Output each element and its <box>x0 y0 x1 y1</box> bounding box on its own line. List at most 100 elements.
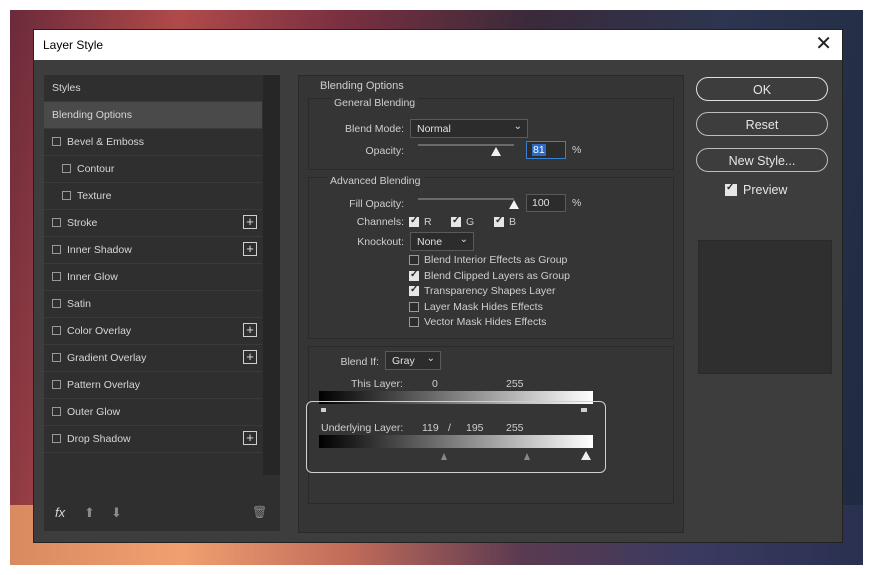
blend-if-value: Gray <box>392 355 415 367</box>
preview-thumbnail <box>698 240 832 374</box>
sidebar-item-checkbox[interactable] <box>52 434 61 443</box>
opacity-slider-track[interactable] <box>418 144 514 146</box>
sidebar-item-label: Satin <box>67 298 91 310</box>
channel-r-label: R <box>424 216 432 228</box>
new-style-button[interactable]: New Style... <box>696 148 828 172</box>
blend-interior-effects-as-group-checkbox[interactable] <box>409 255 419 265</box>
channel-b-label: B <box>509 216 517 228</box>
channels-label: Channels: <box>356 216 404 228</box>
channel-g-checkbox[interactable] <box>451 215 461 227</box>
opacity-label: Opacity: <box>365 145 404 157</box>
opacity-field[interactable]: 81 <box>526 141 566 159</box>
close-icon[interactable]: ✕ <box>815 33 832 55</box>
fill-opacity-field[interactable]: 100 <box>526 194 566 212</box>
chevron-down-icon: ⌄ <box>513 121 522 132</box>
ok-button[interactable]: OK <box>696 77 828 101</box>
blend-if-label: Blend If: <box>340 356 379 368</box>
section-title: Blending Options <box>320 80 404 92</box>
channel-b-checkbox[interactable] <box>494 215 504 227</box>
layer-mask-hides-effects-checkbox[interactable] <box>409 301 419 312</box>
blend-mode-value: Normal <box>417 123 451 135</box>
vector-mask-hides-effects-label: Vector Mask Hides Effects <box>424 316 547 328</box>
general-blending-heading: General Blending <box>331 97 419 109</box>
knockout-value: None <box>417 236 443 248</box>
preview-checkbox[interactable] <box>725 182 737 196</box>
sidebar-item-checkbox[interactable] <box>62 191 71 200</box>
sidebar-item-blending-options[interactable]: Blending Options <box>44 102 262 129</box>
add-effect-plus-icon[interactable]: + <box>243 323 257 337</box>
layer-style-dialog: Layer Style ✕ Styles Blending Options Beve… <box>33 29 843 543</box>
sidebar-item-inner-shadow[interactable]: Inner Shadow + <box>44 237 262 264</box>
sidebar-item-label: Gradient Overlay <box>67 352 147 364</box>
vector-mask-hides-effects-checkbox[interactable] <box>409 317 419 327</box>
styles-sidebar: Styles Blending Options Bevel & Emboss Cont… <box>44 75 280 531</box>
sidebar-item-checkbox[interactable] <box>52 218 61 227</box>
channel-r-checkbox[interactable] <box>409 215 419 227</box>
this-layer-label: This Layer: <box>351 378 403 390</box>
sidebar-item-checkbox[interactable] <box>52 380 61 389</box>
fill-opacity-label: Fill Opacity: <box>349 198 404 210</box>
fill-opacity-slider-track[interactable] <box>418 198 514 200</box>
trash-icon[interactable]: 🗑 <box>252 505 267 519</box>
blend-interior-effects-as-group-label: Blend Interior Effects as Group <box>424 254 568 266</box>
add-effect-plus-icon[interactable]: + <box>243 431 257 445</box>
sidebar-item-pattern-overlay[interactable]: Pattern Overlay <box>44 372 262 399</box>
sidebar-item-gradient-overlay[interactable]: Gradient Overlay + <box>44 345 262 372</box>
sidebar-item-label: Drop Shadow <box>67 433 131 445</box>
sidebar-item-checkbox[interactable] <box>62 164 71 173</box>
sidebar-item-checkbox[interactable] <box>52 326 61 335</box>
sidebar-item-label: Stroke <box>67 217 98 229</box>
knockout-label: Knockout: <box>357 236 404 248</box>
chevron-down-icon: ⌄ <box>426 353 435 364</box>
sidebar-item-checkbox[interactable] <box>52 353 61 362</box>
sidebar-item-label: Blending Options <box>52 109 132 121</box>
layer-mask-hides-effects-label: Layer Mask Hides Effects <box>424 300 543 313</box>
sidebar-item-checkbox[interactable] <box>52 272 61 281</box>
fill-opacity-percent: % <box>572 197 582 209</box>
advanced-blending-heading: Advanced Blending <box>327 175 424 187</box>
sidebar-item-satin[interactable]: Satin <box>44 291 262 318</box>
channel-g-label: G <box>466 216 475 228</box>
sidebar-item-outer-glow[interactable]: Outer Glow <box>44 399 262 426</box>
blend-clipped-layers-as-group-label: Blend Clipped Layers as Group <box>424 269 570 282</box>
sidebar-item-label: Styles <box>52 82 81 94</box>
add-effect-plus-icon[interactable]: + <box>243 242 257 256</box>
reset-button[interactable]: Reset <box>696 112 828 136</box>
preview-label: Preview <box>743 183 788 197</box>
sidebar-item-bevel-emboss[interactable]: Bevel & Emboss <box>44 129 262 156</box>
sidebar-scrollbar[interactable] <box>263 75 280 475</box>
blend-clipped-layers-as-group-checkbox[interactable] <box>409 269 419 281</box>
blend-mode-select[interactable]: Normal ⌄ <box>410 119 528 138</box>
move-up-icon[interactable]: ⬆ <box>84 505 95 521</box>
sidebar-item-texture[interactable]: Texture <box>44 183 262 210</box>
sidebar-item-checkbox[interactable] <box>52 299 61 308</box>
underlying-layer-highlight <box>306 401 606 473</box>
sidebar-item-checkbox[interactable] <box>52 407 61 416</box>
move-down-icon[interactable]: ⬇ <box>111 505 122 521</box>
blend-mode-label: Blend Mode: <box>345 123 404 135</box>
sidebar-item-label: Outer Glow <box>67 406 121 418</box>
opacity-percent: % <box>572 144 582 156</box>
sidebar-item-label: Color Overlay <box>67 325 132 337</box>
opacity-slider-thumb[interactable] <box>490 147 501 156</box>
general-blending-group: General Blending Blend Mode: Normal ⌄ Op… <box>308 97 674 170</box>
sidebar-item-inner-glow[interactable]: Inner Glow <box>44 264 262 291</box>
add-effect-plus-icon[interactable]: + <box>243 215 257 229</box>
sidebar-item-label: Inner Glow <box>67 271 118 283</box>
sidebar-item-color-overlay[interactable]: Color Overlay + <box>44 318 262 345</box>
blend-if-select[interactable]: Gray ⌄ <box>385 351 441 370</box>
sidebar-item-drop-shadow[interactable]: Drop Shadow + <box>44 426 262 453</box>
transparency-shapes-layer-checkbox[interactable] <box>409 284 419 296</box>
chevron-down-icon: ⌄ <box>459 234 468 245</box>
sidebar-item-contour[interactable]: Contour <box>44 156 262 183</box>
this-layer-high: 255 <box>506 378 524 390</box>
knockout-select[interactable]: None ⌄ <box>410 232 474 251</box>
sidebar-item-stroke[interactable]: Stroke + <box>44 210 262 237</box>
add-effect-plus-icon[interactable]: + <box>243 350 257 364</box>
sidebar-item-styles[interactable]: Styles <box>44 75 262 102</box>
fill-opacity-slider-thumb[interactable] <box>509 200 519 209</box>
fx-icon[interactable]: fx <box>55 505 65 520</box>
sidebar-item-checkbox[interactable] <box>52 137 61 146</box>
sidebar-item-checkbox[interactable] <box>52 245 61 254</box>
sidebar-item-label: Pattern Overlay <box>67 379 140 391</box>
